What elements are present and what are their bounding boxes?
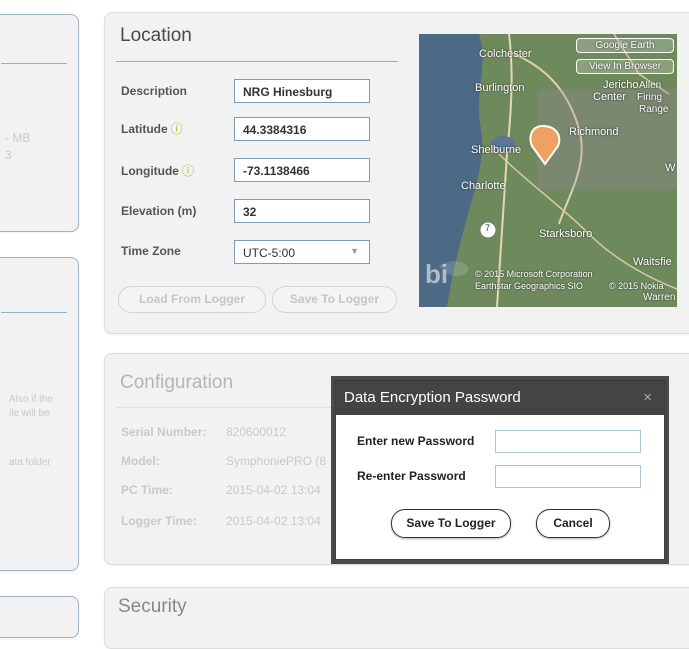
location-map[interactable]: Google Earth View In Browser Colchester … [419,34,677,307]
dialog-title: Data Encryption Password [344,389,521,406]
view-in-browser-button[interactable]: View In Browser [576,59,674,74]
google-earth-button[interactable]: Google Earth [576,38,674,53]
map-label-firing: Firing [637,92,663,103]
map-label-charlotte: Charlotte [461,180,506,192]
latitude-label-row: Latitude ⓘ [121,120,183,137]
map-copyright-nokia: © 2015 Nokia [609,281,664,291]
timezone-select[interactable]: UTC-5:00 ▼ [234,240,370,264]
dialog-cancel-button[interactable]: Cancel [536,509,610,538]
description-field[interactable]: NRG Hinesburg [234,79,370,103]
reenter-password-label: Re-enter Password [357,469,466,483]
map-label-richmond: Richmond [569,126,619,138]
map-label-burlington: Burlington [475,82,525,94]
serial-number-value: 820600012 [226,425,287,439]
save-to-logger-button[interactable]: Save To Logger [272,286,397,313]
left-panel-top-line-2: 3 [5,148,12,162]
configuration-title: Configuration [120,372,234,393]
elevation-field[interactable]: 32 [234,199,370,223]
serial-number-label: Serial Number: [121,425,207,439]
left-panel-middle-line-2: ile will be [9,408,50,419]
bing-logo: bi [425,259,449,289]
left-panel-top: - MB 3 [0,14,79,232]
left-panel-middle-rule [1,312,67,313]
longitude-label-row: Longitude ⓘ [121,162,194,179]
map-label-warren: Warren [643,292,676,303]
logger-time-value: 2015-04-02 13:04 [226,514,321,528]
map-label-colchester: Colchester [479,48,532,60]
load-from-logger-button[interactable]: Load From Logger [118,286,266,313]
info-circle-icon[interactable]: ⓘ [182,164,194,178]
left-panel-middle-line-3: ata folder [9,457,51,468]
encryption-password-dialog: Data Encryption Password × Enter new Pas… [335,380,665,560]
latitude-field[interactable]: 44.3384316 [234,117,370,141]
map-label-jericho: Jericho [603,79,639,91]
new-password-label: Enter new Password [357,434,475,448]
longitude-field[interactable]: -73.1138466 [234,158,370,182]
pc-time-label: PC Time: [121,483,173,497]
map-copyright-microsoft: © 2015 Microsoft Corporation [475,269,593,279]
left-panel-bottom [0,596,79,638]
configuration-title-rule [116,407,338,408]
reenter-password-input[interactable] [495,465,641,488]
longitude-label: Longitude [121,164,179,178]
route-7-label: 7 [485,223,491,233]
model-value: SymphoniePRO (8 [226,454,327,468]
timezone-label: Time Zone [121,244,181,258]
chevron-down-icon: ▼ [350,246,359,256]
logger-time-label: Logger Time: [121,514,197,528]
new-password-input[interactable] [495,430,641,453]
left-panel-top-rule [1,63,67,64]
map-label-allen: Allen [639,80,662,91]
left-panel-middle-line-1: Also if the [9,394,53,405]
location-title: Location [120,25,192,46]
pc-time-value: 2015-04-02 13:04 [226,483,321,497]
model-label: Model: [121,454,160,468]
left-panel-top-line-1: - MB [5,131,31,145]
map-label-w: W [665,162,676,174]
map-label-waitsfield: Waitsfie [633,256,672,268]
info-circle-icon[interactable]: ⓘ [171,122,183,136]
security-title: Security [118,596,187,617]
map-label-starksboro: Starksboro [539,228,593,240]
elevation-label: Elevation (m) [121,204,197,218]
map-copyright-earthstar: Earthstar Geographics SIO [475,281,584,291]
location-title-rule [116,61,398,62]
left-panel-middle: Also if the ile will be ata folder [0,257,79,571]
timezone-value: UTC-5:00 [243,246,296,260]
security-panel [104,587,689,649]
map-label-shelburne: Shelburne [471,144,522,156]
close-icon[interactable]: × [643,389,652,406]
map-label-center: Center [593,91,627,103]
description-label: Description [121,84,188,98]
map-label-range: Range [639,104,669,115]
dialog-save-to-logger-button[interactable]: Save To Logger [391,509,511,538]
latitude-label: Latitude [121,122,168,136]
